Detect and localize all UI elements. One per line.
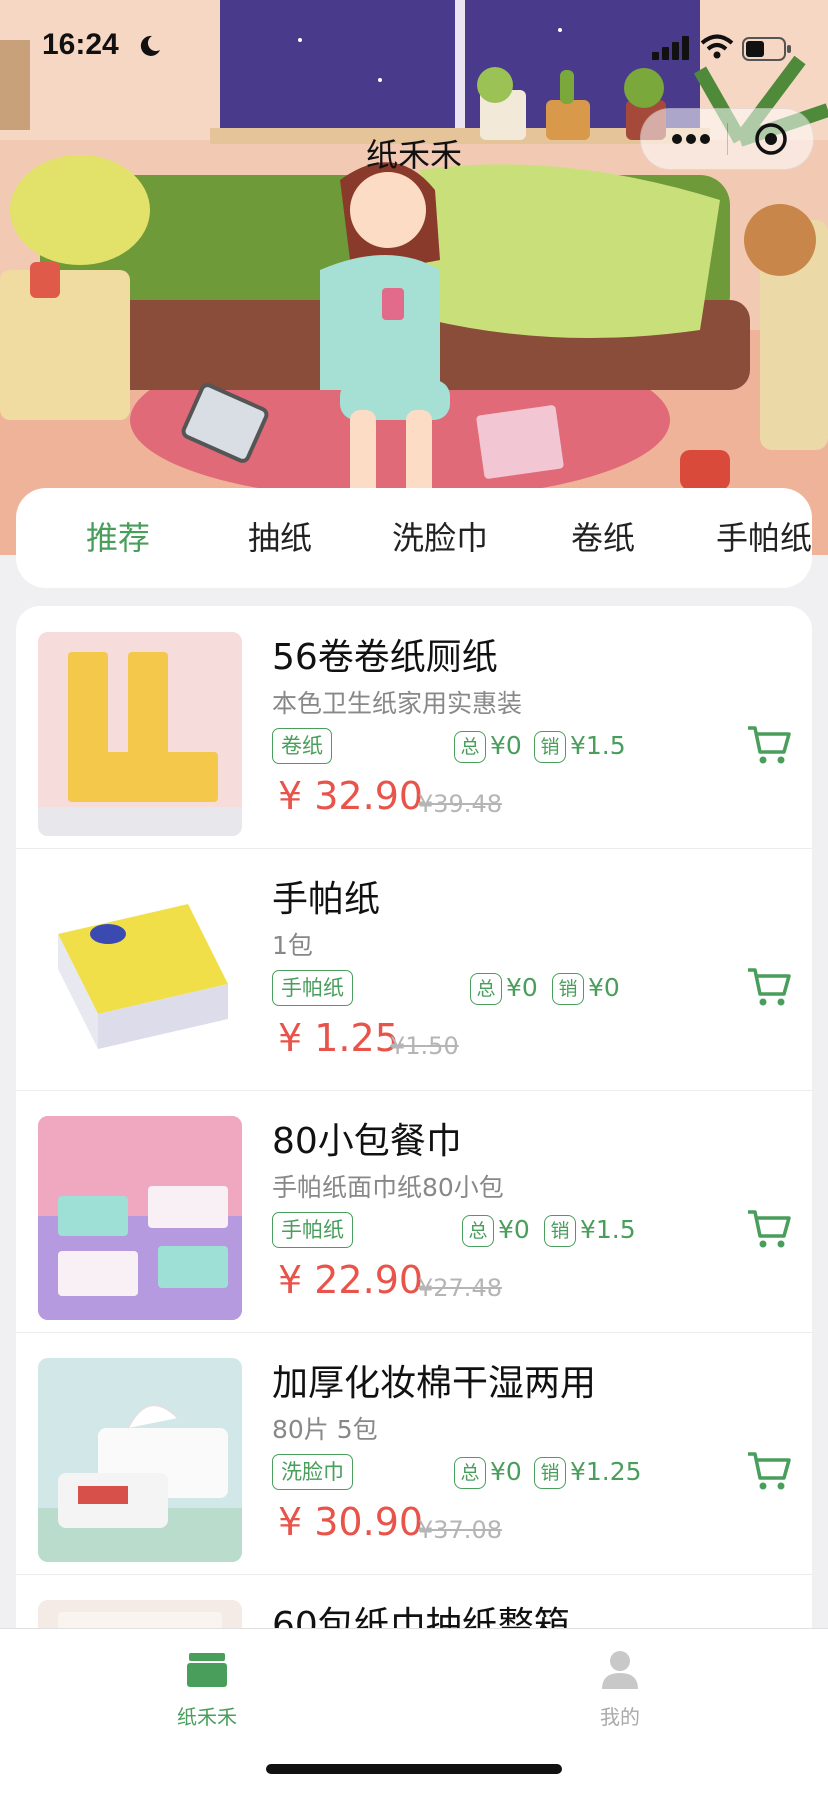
product-price: ¥ 32.90 <box>278 774 424 818</box>
home-indicator[interactable] <box>266 1764 562 1774</box>
product-name: 56卷卷纸厕纸 <box>272 637 498 678</box>
moon-icon <box>138 34 162 62</box>
category-tag: 洗脸巾 <box>272 1454 353 1490</box>
mini-program-capsule[interactable] <box>640 108 814 170</box>
category-tabs: 推荐 抽纸 洗脸巾 卷纸 手帕纸 <box>16 488 812 588</box>
total-commission: 总 ¥0 <box>470 970 538 1006</box>
sales-value: ¥1.5 <box>580 1215 636 1244</box>
product-price: ¥ 1.25 <box>278 1016 399 1060</box>
product-item[interactable]: 60包纸巾抽纸整箱 <box>16 1574 812 1628</box>
sales-badge: 销 <box>534 731 566 763</box>
product-price: ¥ 30.90 <box>278 1500 424 1544</box>
total-badge: 总 <box>470 973 502 1005</box>
sales-value: ¥1.25 <box>570 1457 642 1486</box>
original-price: ¥37.08 <box>418 1516 502 1544</box>
original-price: ¥27.48 <box>418 1274 502 1302</box>
close-miniprogram-icon[interactable] <box>753 121 789 161</box>
product-desc: 80片 5包 <box>272 1415 378 1444</box>
total-commission: 总 ¥0 <box>462 1212 530 1248</box>
more-icon[interactable] <box>671 127 711 155</box>
total-badge: 总 <box>454 731 486 763</box>
total-commission: 总 ¥0 <box>454 1454 522 1490</box>
tab-roll-paper[interactable]: 卷纸 <box>571 488 635 588</box>
original-price: ¥39.48 <box>418 790 502 818</box>
add-to-cart-icon[interactable] <box>746 1208 792 1254</box>
user-icon <box>600 1651 640 1693</box>
total-badge: 总 <box>462 1215 494 1247</box>
sales-commission: 销 ¥1.5 <box>534 728 626 764</box>
product-item[interactable]: 手帕纸 1包 手帕纸 总 ¥0 销 ¥0 ¥ 1.25 ¥1.50 <box>16 848 812 1091</box>
sales-commission: 销 ¥1.25 <box>534 1454 642 1490</box>
product-desc: 1包 <box>272 931 313 960</box>
total-value: ¥0 <box>490 1457 522 1486</box>
tab-me-label: 我的 <box>600 1705 640 1729</box>
tab-recommend[interactable]: 推荐 <box>86 488 150 588</box>
product-list: 56卷卷纸厕纸 本色卫生纸家用实惠装 卷纸 总 ¥0 销 ¥1.5 ¥ 32.90 … <box>16 606 812 1628</box>
total-badge: 总 <box>454 1457 486 1489</box>
category-tag: 手帕纸 <box>272 1212 353 1248</box>
product-item[interactable]: 80小包餐巾 手帕纸面巾纸80小包 手帕纸 总 ¥0 销 ¥1.5 ¥ 22.90 … <box>16 1090 812 1333</box>
add-to-cart-icon[interactable] <box>746 724 792 770</box>
add-to-cart-icon[interactable] <box>746 966 792 1012</box>
total-value: ¥0 <box>498 1215 530 1244</box>
product-image[interactable] <box>38 632 242 836</box>
product-name: 加厚化妆棉干湿两用 <box>272 1363 597 1404</box>
sales-value: ¥1.5 <box>570 731 626 760</box>
sales-badge: 销 <box>534 1457 566 1489</box>
sales-badge: 销 <box>544 1215 576 1247</box>
product-image[interactable] <box>38 874 242 1078</box>
product-desc: 本色卫生纸家用实惠装 <box>272 689 523 718</box>
sales-value: ¥0 <box>588 973 620 1002</box>
product-item[interactable]: 加厚化妆棉干湿两用 80片 5包 洗脸巾 总 ¥0 销 ¥1.25 ¥ 30.90 … <box>16 1332 812 1575</box>
product-image[interactable] <box>38 1600 242 1628</box>
tab-facial-tissue[interactable]: 抽纸 <box>248 488 312 588</box>
product-name: 60包纸巾抽纸整箱 <box>272 1605 570 1628</box>
tab-me[interactable]: 我的 <box>560 1649 680 1730</box>
product-name: 手帕纸 <box>272 879 381 920</box>
product-desc: 手帕纸面巾纸80小包 <box>272 1173 504 1202</box>
tab-handkerchief[interactable]: 手帕纸 <box>716 488 812 588</box>
shop-icon <box>185 1653 229 1693</box>
total-commission: 总 ¥0 <box>454 728 522 764</box>
capsule-divider <box>727 123 728 155</box>
tab-face-towel[interactable]: 洗脸巾 <box>392 488 488 588</box>
total-value: ¥0 <box>506 973 538 1002</box>
product-item[interactable]: 56卷卷纸厕纸 本色卫生纸家用实惠装 卷纸 总 ¥0 销 ¥1.5 ¥ 32.90 … <box>16 606 812 849</box>
product-image[interactable] <box>38 1358 242 1562</box>
add-to-cart-icon[interactable] <box>746 1450 792 1496</box>
status-time: 16:24 <box>42 28 119 61</box>
product-name: 80小包餐巾 <box>272 1121 462 1162</box>
category-tag: 卷纸 <box>272 728 332 764</box>
total-value: ¥0 <box>490 731 522 760</box>
product-image[interactable] <box>38 1116 242 1320</box>
tab-home[interactable]: 纸禾禾 <box>147 1649 267 1730</box>
status-bar: 16:24 <box>0 0 828 100</box>
original-price: ¥1.50 <box>390 1032 459 1060</box>
sales-commission: 销 ¥0 <box>552 970 620 1006</box>
wifi-icon <box>700 34 734 64</box>
product-price: ¥ 22.90 <box>278 1258 424 1302</box>
signal-icon <box>652 36 692 64</box>
category-tag: 手帕纸 <box>272 970 353 1006</box>
tab-home-label: 纸禾禾 <box>177 1705 237 1729</box>
sales-badge: 销 <box>552 973 584 1005</box>
battery-icon <box>742 37 792 65</box>
sales-commission: 销 ¥1.5 <box>544 1212 636 1248</box>
